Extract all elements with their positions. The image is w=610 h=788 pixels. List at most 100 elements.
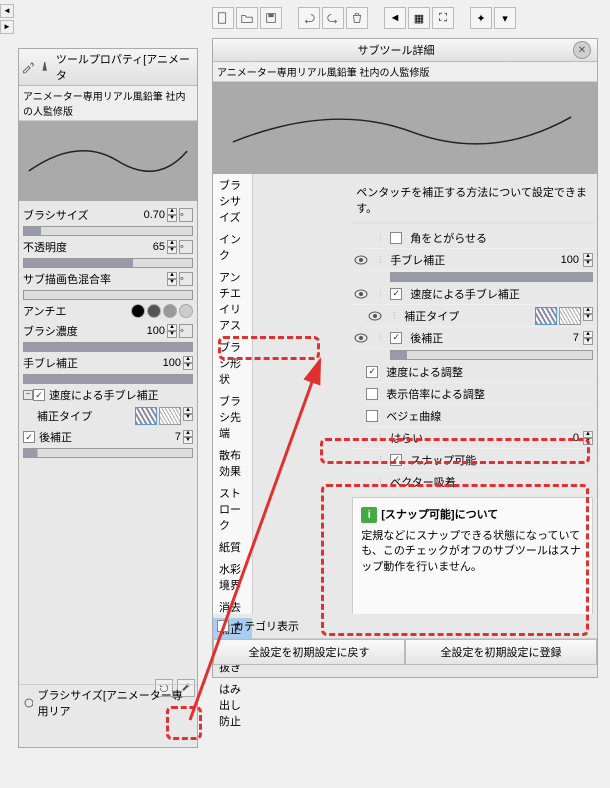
arrow-left-icon[interactable]: ◄ bbox=[384, 7, 406, 29]
category-item[interactable]: ブラシ形状 bbox=[213, 336, 252, 390]
subcolor-spinner[interactable]: ▲▼ bbox=[167, 272, 177, 286]
density-slider[interactable] bbox=[23, 342, 193, 352]
pattern-2[interactable] bbox=[159, 407, 181, 425]
bezier-checkbox[interactable] bbox=[366, 410, 378, 422]
detail-area: ペンタッチを補正する方法について設定できます。 ⋮ 角をとがらせる ⋮ 手ブレ補… bbox=[348, 174, 597, 614]
stab-value: 100 bbox=[151, 357, 181, 369]
brush-size-spinner[interactable]: ▲▼ bbox=[167, 208, 177, 222]
snap-label: スナップ可能 bbox=[410, 452, 476, 468]
aa-option-1[interactable] bbox=[131, 304, 145, 318]
brush-size-slider[interactable] bbox=[23, 226, 193, 236]
tool-property-header: ツールプロパティ[アニメータ bbox=[19, 49, 197, 86]
category-item[interactable]: 散布効果 bbox=[213, 444, 252, 482]
eye-icon[interactable] bbox=[366, 308, 384, 324]
detail-postcorrect-spinner[interactable]: ▲▼ bbox=[583, 331, 593, 345]
eye-icon[interactable] bbox=[352, 330, 370, 346]
detail-stab-slider[interactable] bbox=[390, 272, 593, 282]
category-item[interactable]: ストローク bbox=[213, 482, 252, 536]
fit-icon[interactable]: ⛶ bbox=[432, 7, 454, 29]
detail-velocity-checkbox[interactable] bbox=[390, 288, 402, 300]
subcolor-slider[interactable] bbox=[23, 290, 193, 300]
reset-all-button[interactable]: 全設定を初期設定に戻す bbox=[213, 639, 405, 665]
subtool-header: サブツール詳細 ✕ bbox=[213, 39, 597, 62]
velocity-stab-checkbox[interactable] bbox=[33, 389, 45, 401]
detail-pattern-1[interactable] bbox=[535, 307, 557, 325]
tool-property-panel: ツールプロパティ[アニメータ アニメーター専用リアル風鉛筆 社内の人監修版 ブラ… bbox=[18, 48, 198, 748]
info-box: i[スナップ可能]について 定規などにスナップできる状態になっていても、このチェ… bbox=[352, 497, 593, 614]
correction-type-label: 補正タイプ bbox=[37, 408, 135, 424]
save-all-button[interactable]: 全設定を初期設定に登録 bbox=[405, 639, 597, 665]
scroll-right-icon[interactable]: ► bbox=[0, 20, 14, 34]
brush-size-row: ブラシサイズ 0.70▲▼◦ bbox=[23, 205, 193, 225]
category-item[interactable]: 紙質 bbox=[213, 536, 252, 558]
category-item[interactable]: はみ出し防止 bbox=[213, 678, 252, 732]
category-item[interactable]: ブラシ先端 bbox=[213, 390, 252, 444]
category-item[interactable]: 消去 bbox=[213, 596, 252, 618]
detail-correction-type-row: ⋮ 補正タイプ ▲▼ bbox=[366, 305, 593, 327]
velocity-adjust-checkbox[interactable] bbox=[366, 366, 378, 378]
eye-icon[interactable] bbox=[352, 474, 370, 490]
detail-correction-spinner[interactable]: ▲▼ bbox=[583, 307, 593, 325]
grid-icon[interactable]: ▦ bbox=[408, 7, 430, 29]
sharpen-row: ⋮ 角をとがらせる bbox=[352, 227, 593, 249]
taper-label: はらい bbox=[390, 430, 545, 446]
zoom-adjust-checkbox[interactable] bbox=[366, 388, 378, 400]
category-item[interactable]: アンチエイリアス bbox=[213, 266, 252, 336]
dropdown-icon[interactable]: ▾ bbox=[494, 7, 516, 29]
detail-postcorrect-value: 7 bbox=[549, 332, 579, 344]
taper-spinner[interactable]: ▲▼ bbox=[583, 431, 593, 445]
redo-icon[interactable] bbox=[322, 7, 344, 29]
sharpen-label: 角をとがらせる bbox=[410, 230, 487, 246]
detail-correction-type-label: 補正タイプ bbox=[404, 308, 531, 324]
correction-type-spinner[interactable]: ▲▼ bbox=[183, 407, 193, 425]
detail-velocity-row: ⋮ 速度による手ブレ補正 bbox=[352, 283, 593, 305]
eye-icon[interactable] bbox=[352, 252, 370, 268]
stab-spinner[interactable]: ▲▼ bbox=[183, 356, 193, 370]
aa-option-4[interactable] bbox=[179, 304, 193, 318]
category-item[interactable]: 水彩境界 bbox=[213, 558, 252, 596]
new-doc-icon[interactable] bbox=[212, 7, 234, 29]
top-toolbar: ◄ ▦ ⛶ ✦ ▾ bbox=[212, 4, 516, 32]
snap-checkbox[interactable] bbox=[390, 454, 402, 466]
eye-icon[interactable] bbox=[352, 286, 370, 302]
aa-option-3[interactable] bbox=[163, 304, 177, 318]
pattern-1[interactable] bbox=[135, 407, 157, 425]
aa-option-2[interactable] bbox=[147, 304, 161, 318]
close-button[interactable]: ✕ bbox=[573, 41, 591, 59]
eye-icon[interactable] bbox=[352, 230, 370, 246]
detail-postcorrect-checkbox[interactable] bbox=[390, 332, 402, 344]
stab-slider[interactable] bbox=[23, 374, 193, 384]
footer-label: ブラシサイズ[アニメーター専用リア bbox=[37, 687, 193, 719]
subcolor-label: サブ描画色混合率 bbox=[23, 271, 167, 287]
opacity-label: 不透明度 bbox=[23, 239, 135, 255]
trash-icon[interactable] bbox=[346, 7, 368, 29]
scroll-left-icon[interactable]: ◄ bbox=[0, 4, 14, 18]
taper-value: 0 bbox=[549, 432, 579, 444]
eye-icon[interactable] bbox=[352, 430, 370, 446]
info-text: 定規などにスナップできる状態になっていても、このチェックがオフのサブツールはスナ… bbox=[361, 529, 584, 575]
post-correct-slider[interactable] bbox=[23, 448, 193, 458]
density-spinner[interactable]: ▲▼ bbox=[167, 324, 177, 338]
eye-icon[interactable] bbox=[352, 452, 370, 468]
detail-postcorrect-slider[interactable] bbox=[390, 350, 593, 360]
category-show-checkbox[interactable] bbox=[217, 620, 229, 632]
post-correct-label: 後補正 bbox=[39, 429, 151, 445]
pen-icon bbox=[38, 60, 51, 74]
detail-pattern-2[interactable] bbox=[559, 307, 581, 325]
category-item[interactable]: インク bbox=[213, 228, 252, 266]
post-correct-checkbox[interactable] bbox=[23, 431, 35, 443]
category-item[interactable]: ブラシサイズ bbox=[213, 174, 252, 228]
post-correct-spinner[interactable]: ▲▼ bbox=[183, 430, 193, 444]
transform-icon[interactable]: ✦ bbox=[470, 7, 492, 29]
subcolor-row: サブ描画色混合率 ▲▼◦ bbox=[23, 269, 193, 289]
open-icon[interactable] bbox=[236, 7, 258, 29]
undo-icon[interactable] bbox=[298, 7, 320, 29]
opacity-spinner[interactable]: ▲▼ bbox=[167, 240, 177, 254]
sharpen-checkbox[interactable] bbox=[390, 232, 402, 244]
bezier-label: ベジェ曲線 bbox=[386, 408, 441, 424]
detail-stab-spinner[interactable]: ▲▼ bbox=[583, 253, 593, 267]
post-correct-value: 7 bbox=[151, 431, 181, 443]
antialias-options[interactable] bbox=[131, 304, 193, 318]
save-icon[interactable] bbox=[260, 7, 282, 29]
opacity-slider[interactable] bbox=[23, 258, 193, 268]
